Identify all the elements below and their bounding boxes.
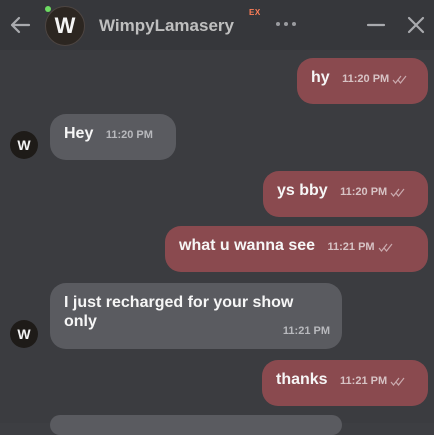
message-meta: 11:20 PM — [342, 73, 409, 85]
arrow-left-icon — [10, 16, 31, 34]
avatar[interactable]: W — [10, 131, 38, 159]
close-icon — [407, 16, 425, 34]
message-meta: 11:20 PM — [106, 129, 153, 141]
message-bubble-outgoing[interactable]: hy 11:20 PM — [297, 58, 428, 104]
message-time: 11:21 PM — [282, 325, 330, 337]
message-time: 11:20 PM — [340, 186, 388, 198]
message-bubble-outgoing[interactable]: what u wanna see 11:21 PM — [165, 226, 428, 272]
message-bubble-outgoing[interactable]: thanks 11:21 PM — [262, 360, 428, 406]
online-indicator — [45, 6, 51, 12]
minimize-button[interactable] — [362, 12, 390, 38]
message-text: thanks — [276, 371, 328, 388]
minimize-icon — [366, 23, 386, 27]
contact-name[interactable]: WimpyLamasery — [99, 16, 234, 36]
chat-header: W WimpyLamasery EX — [0, 0, 434, 50]
message-meta: 11:21 PM — [340, 375, 407, 387]
double-check-icon — [392, 75, 407, 84]
message-bubble-outgoing[interactable]: ys bby 11:20 PM — [263, 171, 428, 217]
message-bubble-incoming[interactable]: I just recharged for your show only 11:2… — [50, 283, 342, 349]
avatar[interactable]: W — [45, 6, 85, 46]
chat-window: W WimpyLamasery EX hy 11:20 PM W Hey 11:… — [0, 0, 434, 435]
message-time: 11:20 PM — [105, 129, 153, 141]
ex-badge: EX — [249, 8, 261, 17]
message-text: what u wanna see — [179, 237, 316, 254]
message-text: Hey — [64, 125, 94, 142]
double-check-icon — [378, 243, 393, 252]
message-meta: 11:20 PM — [340, 186, 407, 198]
avatar[interactable]: W — [10, 320, 38, 348]
double-check-icon — [390, 188, 405, 197]
message-text: hy — [311, 69, 330, 86]
message-time: 11:21 PM — [327, 241, 375, 253]
message-meta: 11:21 PM — [283, 325, 330, 337]
more-options-button[interactable] — [270, 14, 302, 34]
message-text: ys bby — [277, 182, 328, 199]
message-time: 11:20 PM — [342, 73, 390, 85]
message-meta: 11:21 PM — [328, 241, 395, 253]
double-check-icon — [390, 377, 405, 386]
back-button[interactable] — [7, 12, 33, 38]
message-bubble-incoming[interactable]: Hey 11:20 PM — [50, 114, 176, 160]
contact-avatar-wrap[interactable]: W — [45, 6, 85, 46]
close-button[interactable] — [402, 12, 430, 38]
message-bubble-incoming-partial[interactable] — [50, 415, 342, 435]
message-time: 11:21 PM — [340, 375, 388, 387]
more-horizontal-icon — [276, 22, 296, 26]
